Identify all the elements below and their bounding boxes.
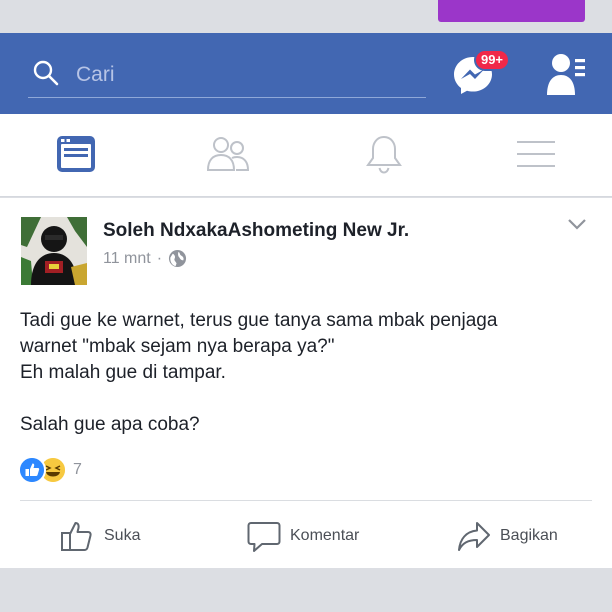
purple-banner-tab[interactable] bbox=[438, 0, 585, 22]
reaction-count: 7 bbox=[73, 461, 82, 478]
tab-bar bbox=[0, 114, 612, 197]
like-label: Suka bbox=[104, 527, 141, 544]
post-text-line: Eh malah gue di tampar. bbox=[20, 362, 226, 383]
search-icon bbox=[33, 60, 59, 86]
notifications-tab-icon[interactable] bbox=[362, 132, 406, 176]
app-header: 99+ bbox=[0, 33, 612, 114]
comment-icon bbox=[247, 522, 281, 552]
feed-background bbox=[0, 568, 612, 612]
messenger-badge: 99+ bbox=[474, 49, 510, 71]
author-avatar[interactable] bbox=[21, 217, 87, 285]
like-button[interactable]: Suka bbox=[60, 516, 140, 556]
share-icon bbox=[458, 522, 490, 551]
feed-post: Soleh NdxakaAshometing New Jr. 11 mnt · … bbox=[0, 198, 612, 568]
comment-label: Komentar bbox=[290, 527, 360, 544]
post-text-line: warnet "mbak sejam nya berapa ya?" bbox=[20, 336, 335, 357]
share-label: Bagikan bbox=[500, 527, 558, 544]
search-input[interactable] bbox=[74, 59, 418, 91]
globe-icon bbox=[169, 249, 187, 268]
post-text-line: Tadi gue ke warnet, terus gue tanya sama… bbox=[20, 310, 498, 331]
news-feed-tab-icon[interactable] bbox=[54, 132, 98, 176]
thumbs-up-icon bbox=[61, 522, 92, 551]
profile-menu-icon[interactable] bbox=[545, 51, 587, 97]
menu-tab-icon[interactable] bbox=[514, 132, 558, 176]
chevron-down-icon[interactable] bbox=[566, 216, 588, 232]
search-bar[interactable] bbox=[28, 51, 426, 98]
post-time[interactable]: 11 mnt bbox=[103, 250, 151, 268]
comment-button[interactable]: Komentar bbox=[246, 516, 359, 556]
post-meta: 11 mnt · bbox=[103, 249, 187, 268]
friends-tab-icon[interactable] bbox=[206, 132, 250, 176]
post-author-name[interactable]: Soleh NdxakaAshometing New Jr. bbox=[103, 220, 409, 242]
post-divider bbox=[20, 500, 592, 501]
post-body: Tadi gue ke warnet, terus gue tanya sama… bbox=[20, 308, 580, 438]
like-reaction-icon bbox=[18, 456, 46, 484]
share-button[interactable]: Bagikan bbox=[456, 516, 558, 556]
post-text-line: Salah gue apa coba? bbox=[20, 414, 200, 435]
reactions-summary[interactable]: 7 bbox=[18, 456, 82, 484]
meta-separator: · bbox=[156, 249, 163, 267]
